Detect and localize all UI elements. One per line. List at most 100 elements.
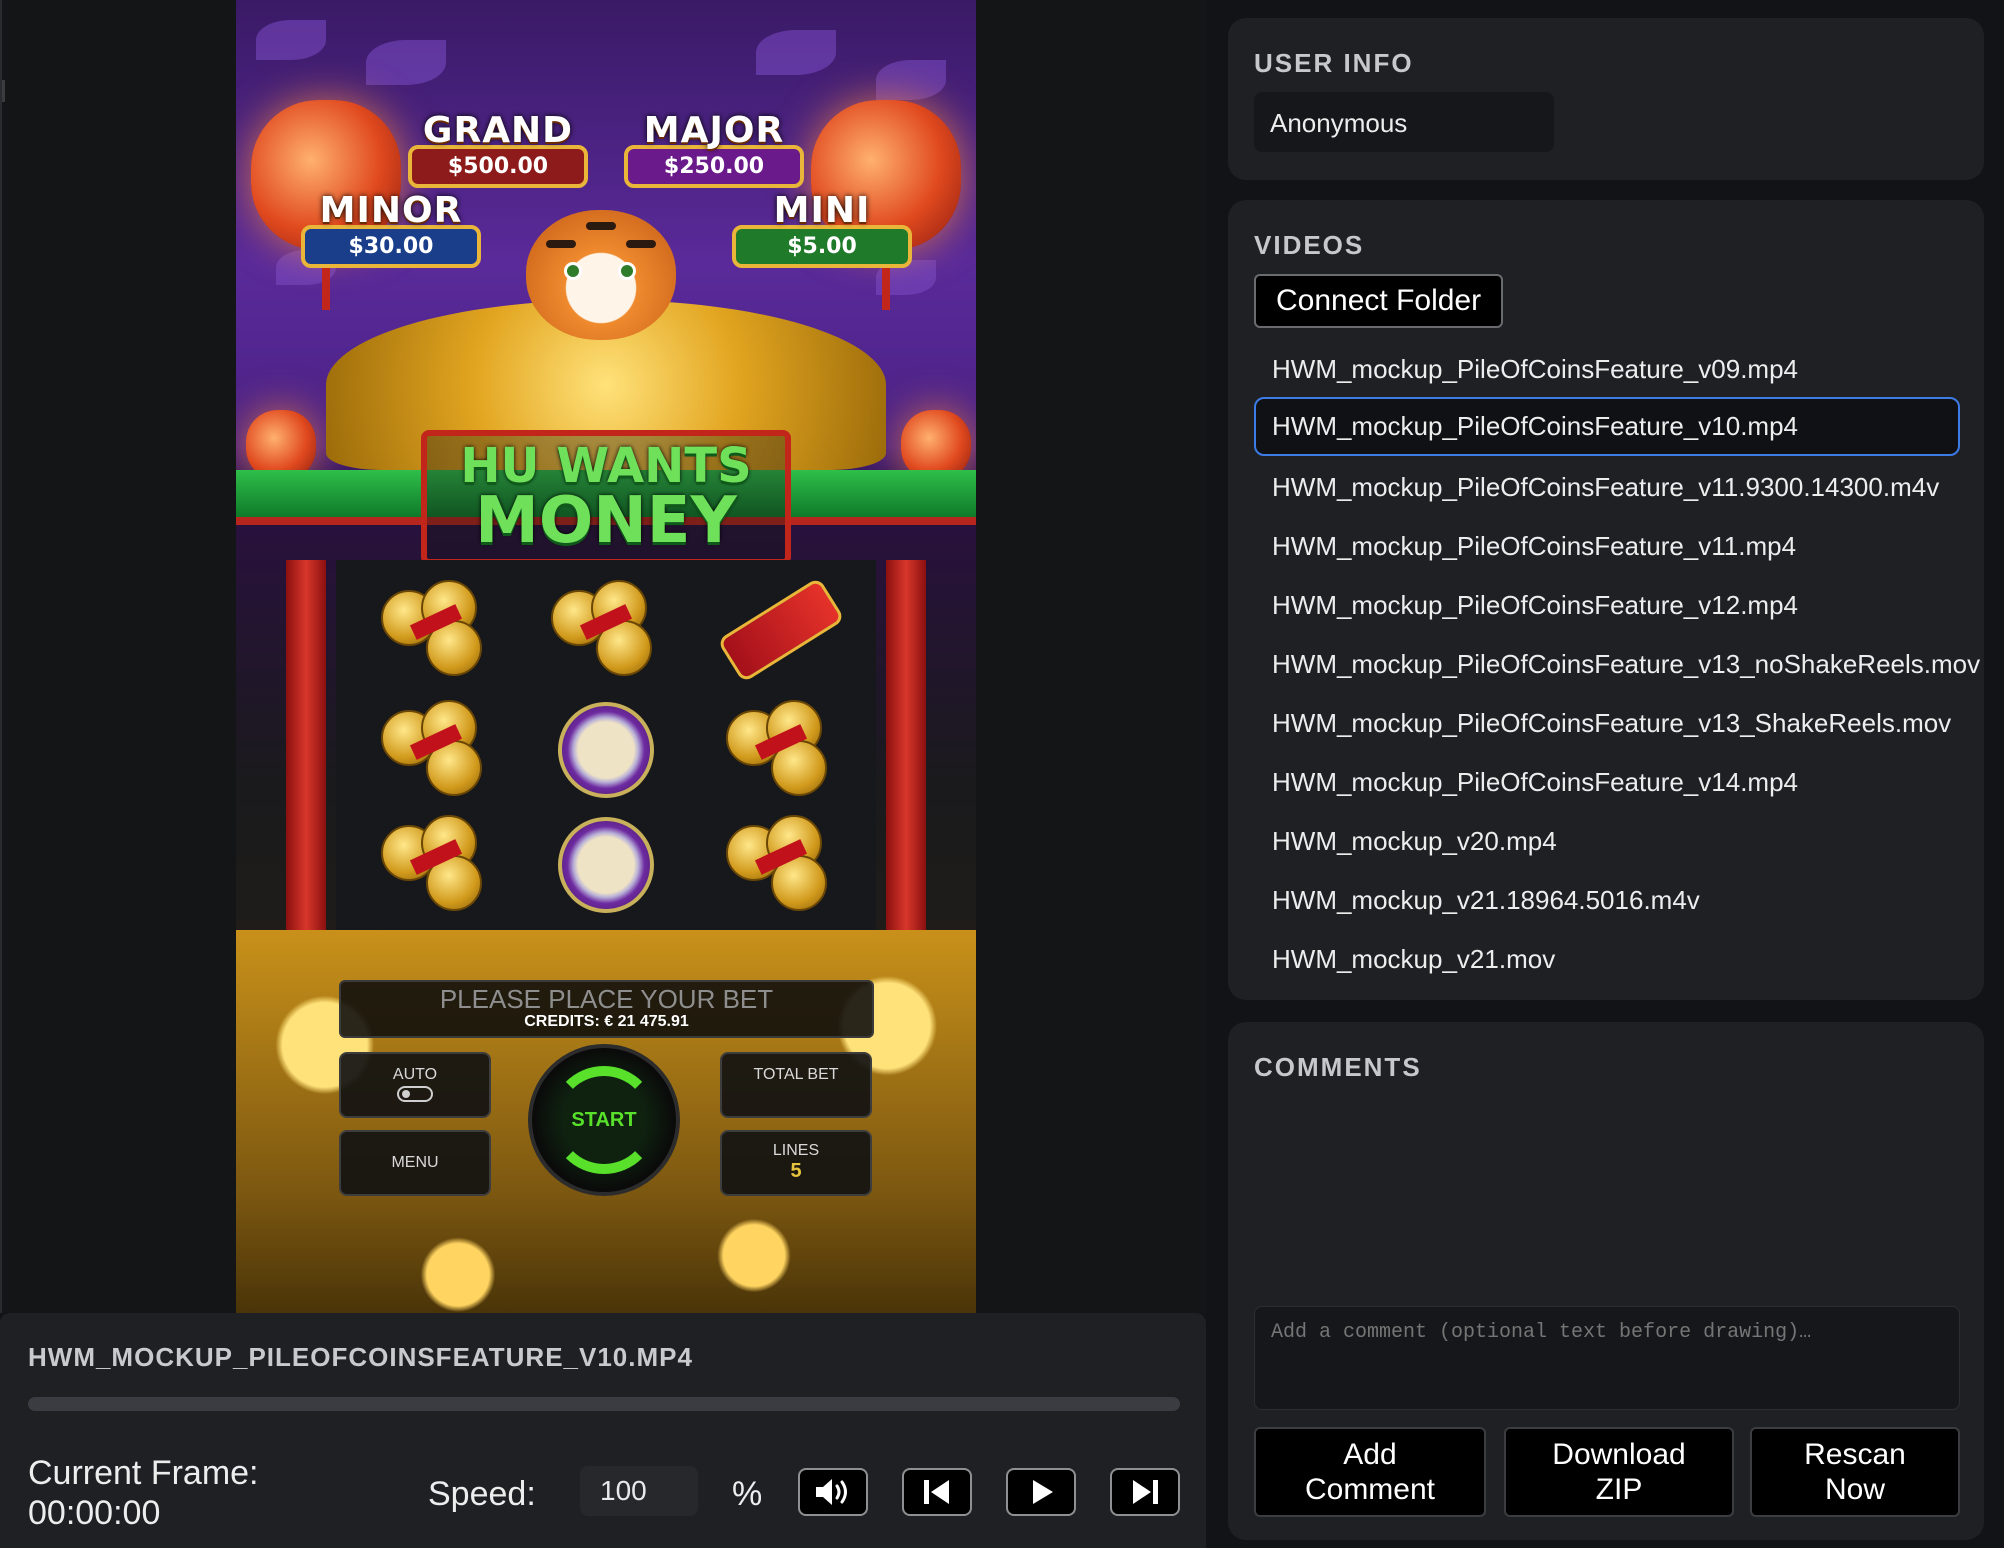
reel-cell-coins [721, 810, 841, 920]
video-list-item[interactable]: HWM_mockup_v21.mov [1254, 928, 1960, 987]
game-menu-button: MENU [339, 1130, 491, 1196]
download-zip-button[interactable]: Download ZIP [1504, 1427, 1734, 1517]
current-frame-readout: Current Frame: 00:00:00 [28, 1453, 259, 1533]
add-comment-label-line-1: Add [1343, 1438, 1397, 1471]
current-frame-value: 00:00:00 [28, 1494, 161, 1532]
game-lines-button: LINES 5 [720, 1130, 872, 1196]
firecracker-symbol-icon [716, 577, 846, 683]
reel-cell-drum [546, 810, 666, 920]
video-list-item[interactable]: HWM_mockup_PileOfCoinsFeature_v12.mp4 [1254, 574, 1960, 633]
skip-back-icon [924, 1480, 949, 1504]
jackpot-major: MAJOR $250.00 [624, 110, 804, 188]
reel-cell-coins [376, 695, 496, 805]
game-logo: HU WANTS MONEY [421, 430, 791, 565]
reel-cell-drum [546, 695, 666, 805]
drum-symbol-icon [558, 702, 654, 798]
jackpot-minor-title: MINOR [319, 190, 463, 231]
download-zip-label-line-1: Download [1552, 1438, 1686, 1471]
pillar-right [886, 560, 926, 930]
tiger-head [526, 210, 676, 340]
coins-symbol-icon [381, 700, 491, 800]
credits-display: CREDITS: € 21 475.91 [524, 1013, 689, 1030]
reel-cell-coins [721, 695, 841, 805]
comments-heading: COMMENTS [1254, 1052, 1422, 1082]
video-list-item[interactable]: HWM_mockup_PileOfCoinsFeature_v09.mp4 [1254, 338, 1960, 397]
start-label: START [571, 1108, 637, 1131]
jackpot-major-value: $250.00 [624, 145, 804, 188]
video-list-item[interactable]: HWM_mockup_PileOfCoinsFeature_v14.mp4 [1254, 751, 1960, 810]
current-frame-label: Current Frame: [28, 1454, 259, 1492]
leaf-decoration [366, 40, 446, 85]
video-list-item[interactable]: HWM_mockup_PileOfCoinsFeature_v13_noShak… [1254, 633, 1980, 692]
skip-forward-icon [1133, 1480, 1158, 1504]
user-name-field[interactable]: Anonymous [1254, 92, 1554, 152]
video-list-item[interactable]: HWM_mockup_PileOfCoinsFeature_v10.mp4 [1254, 397, 1960, 456]
add-comment-label-line-2: Comment [1304, 1473, 1436, 1506]
video-list-item[interactable]: HWM_mockup_v21.18964.5016.m4v [1254, 869, 1960, 928]
coins-symbol-icon [381, 815, 491, 915]
jackpot-mini-value: $5.00 [732, 225, 912, 268]
auto-toggle-icon [397, 1086, 433, 1102]
skip-forward-button[interactable] [1110, 1468, 1180, 1516]
coins-symbol-icon [726, 815, 836, 915]
reel-cell-coins [376, 810, 496, 920]
tiger-eye [618, 262, 636, 280]
viewport-edge-marker [2, 80, 5, 102]
connect-folder-button[interactable]: Connect Folder [1254, 274, 1504, 328]
game-total-bet-button: TOTAL BET [720, 1052, 872, 1118]
jackpot-minor: MINOR $30.00 [301, 190, 481, 268]
download-zip-label-line-2: ZIP [1595, 1473, 1643, 1506]
jackpot-minor-value: $30.00 [301, 225, 481, 268]
skip-back-button[interactable] [902, 1468, 972, 1516]
user-info-panel: USER INFO Anonymous [1228, 18, 1984, 180]
tiger-stripe [586, 222, 616, 230]
bet-message: PLEASE PLACE YOUR BET [439, 984, 774, 1014]
play-button[interactable] [1006, 1468, 1076, 1516]
auto-label: AUTO [392, 1066, 438, 1083]
game-logo-line-2: MONEY [475, 484, 737, 558]
tiger-mascot [506, 210, 696, 350]
volume-icon [816, 1479, 847, 1505]
reel-cell-firecracker [716, 575, 846, 685]
video-list-item[interactable]: HWM_mockup_PileOfCoinsFeature_v11.9300.1… [1254, 456, 1960, 515]
speed-unit: % [732, 1475, 763, 1513]
video-list-item[interactable]: HWM_mockup_PileOfCoinsFeature_v11.mp4 [1254, 515, 1960, 574]
comments-panel: COMMENTS Add Comment Download ZIP Rescan… [1228, 1022, 1984, 1540]
tiger-stripe [546, 240, 576, 248]
rescan-now-button[interactable]: Rescan Now [1750, 1427, 1960, 1517]
leaf-decoration [876, 60, 946, 100]
pillar-left [286, 560, 326, 930]
video-list-item[interactable]: HWM_mockup_v20.mp4 [1254, 810, 1960, 869]
jackpot-mini: MINI $5.00 [732, 190, 912, 268]
coins-symbol-icon [381, 580, 491, 680]
progress-bar[interactable] [28, 1397, 1180, 1411]
videos-panel: VIDEOS Connect Folder HWM_mockup_PileOfC… [1228, 200, 1984, 1000]
add-comment-button[interactable]: Add Comment [1254, 1427, 1486, 1517]
player-controls: HWM_MOCKUP_PILEOFCOINSFEATURE_V10.MP4 Cu… [0, 1313, 1206, 1548]
video-list-item[interactable]: HWM_mockup_PileOfCoinsFeature_v13_ShakeR… [1254, 692, 1960, 751]
tiger-eye [564, 262, 582, 280]
reel-cell-coins [376, 575, 496, 685]
video-list: HWM_mockup_PileOfCoinsFeature_v09.mp4 HWM… [1254, 338, 1980, 987]
game-start-button: START [528, 1044, 680, 1196]
jackpot-grand-title: GRAND [422, 110, 574, 151]
videos-heading: VIDEOS [1254, 230, 1365, 260]
jackpot-grand: GRAND $500.00 [408, 110, 588, 188]
speed-input[interactable] [580, 1466, 698, 1516]
jackpot-grand-value: $500.00 [408, 145, 588, 188]
play-icon [1033, 1480, 1053, 1504]
leaf-decoration [256, 20, 326, 60]
tiger-stripe [626, 240, 656, 248]
rescan-now-label-line-1: Rescan [1804, 1438, 1906, 1471]
game-auto-button: AUTO [339, 1052, 491, 1118]
lines-value: 5 [790, 1160, 802, 1182]
comment-input[interactable] [1254, 1306, 1960, 1410]
speed-label: Speed: [428, 1475, 536, 1513]
menu-label: MENU [391, 1154, 439, 1171]
coins-symbol-icon [551, 580, 661, 680]
mute-button[interactable] [798, 1468, 868, 1516]
coins-symbol-icon [726, 700, 836, 800]
bet-message-bar: PLEASE PLACE YOUR BET CREDITS: € 21 475.… [339, 980, 874, 1038]
jackpot-major-title: MAJOR [643, 110, 785, 151]
total-bet-label: TOTAL BET [753, 1066, 839, 1083]
